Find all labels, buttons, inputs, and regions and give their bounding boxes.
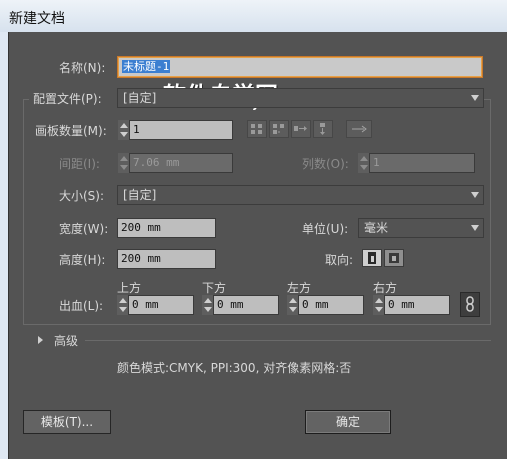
- grid-by-column-button[interactable]: [269, 120, 289, 138]
- ok-button[interactable]: 确定: [305, 410, 391, 434]
- increment-arrow-icon: [204, 298, 212, 303]
- increment-arrow-icon: [360, 156, 368, 161]
- profile-dropdown[interactable]: [自定]: [117, 88, 484, 108]
- chevron-down-icon: [471, 95, 479, 101]
- size-dropdown[interactable]: [自定]: [117, 185, 484, 205]
- decrement-arrow-icon: [360, 165, 368, 170]
- arrange-by-column-icon: [320, 123, 325, 135]
- artboards-label: 画板数量(M):: [35, 124, 107, 138]
- bleed-bottom-input[interactable]: 0 mm: [213, 295, 279, 315]
- portrait-icon: [368, 252, 376, 264]
- profile-fieldset-border-right-top: [484, 99, 491, 100]
- decrement-arrow-icon: [120, 132, 128, 137]
- spacing-label: 间距(I):: [59, 157, 100, 171]
- bleed-left-label: 左方: [287, 281, 312, 295]
- bleed-top-input[interactable]: 0 mm: [128, 295, 194, 315]
- right-to-left-layout-button[interactable]: [346, 120, 372, 138]
- advanced-toggle[interactable]: 高级: [54, 332, 78, 349]
- width-label: 宽度(W):: [59, 222, 109, 236]
- spacing-input: 7.06 mm: [129, 153, 233, 173]
- right-to-left-arrow-icon: [352, 125, 367, 133]
- arrange-by-row-icon: [294, 126, 307, 131]
- window-title: 新建文档: [9, 11, 65, 27]
- arrange-by-column-button[interactable]: [313, 120, 333, 138]
- bleed-top-label: 上方: [117, 281, 142, 295]
- size-label: 大小(S):: [59, 189, 105, 203]
- new-document-dialog: 名称(N): 未标题-1 软件自学网 WWW.RJZXW.COM 配置文件(P)…: [8, 32, 507, 459]
- units-label: 单位(U):: [302, 222, 349, 236]
- templates-button[interactable]: 模板(T)...: [23, 410, 111, 434]
- artboards-count-input[interactable]: 1: [129, 120, 233, 140]
- profile-fieldset-border-right: [490, 99, 491, 324]
- increment-arrow-icon: [289, 298, 297, 303]
- profile-fieldset-border-left: [23, 99, 24, 324]
- height-label: 高度(H):: [59, 253, 106, 267]
- decrement-arrow-icon: [119, 307, 127, 312]
- expand-triangle-icon[interactable]: [38, 336, 43, 344]
- document-summary: 颜色模式:CMYK, PPI:300, 对齐像素网格:否: [117, 361, 352, 375]
- orientation-label: 取向:: [325, 253, 354, 267]
- grid-by-row-button[interactable]: [247, 120, 267, 138]
- increment-arrow-icon: [375, 298, 383, 303]
- landscape-icon: [389, 253, 399, 263]
- bleed-right-input[interactable]: 0 mm: [384, 295, 450, 315]
- bleed-left-input[interactable]: 0 mm: [298, 295, 364, 315]
- chevron-down-icon: [471, 192, 479, 198]
- name-label: 名称(N):: [59, 61, 106, 75]
- landscape-button[interactable]: [384, 249, 404, 267]
- profile-fieldset-border-bottom: [23, 324, 491, 325]
- document-name-input[interactable]: 未标题-1: [118, 57, 482, 77]
- units-value: 毫米: [364, 221, 389, 235]
- grid-by-row-icon: [251, 124, 262, 134]
- decrement-arrow-icon: [120, 165, 128, 170]
- increment-arrow-icon: [120, 123, 128, 128]
- size-value: [自定]: [123, 188, 157, 202]
- title-bar: 新建文档: [0, 0, 507, 32]
- increment-arrow-icon: [120, 156, 128, 161]
- width-input[interactable]: 200 mm: [117, 218, 216, 238]
- chevron-down-icon: [471, 225, 479, 231]
- decrement-arrow-icon: [289, 307, 297, 312]
- link-icon: [466, 296, 474, 312]
- decrement-arrow-icon: [375, 307, 383, 312]
- portrait-button[interactable]: [362, 249, 382, 267]
- profile-label: 配置文件(P):: [33, 92, 102, 106]
- bleed-right-label: 右方: [373, 281, 398, 295]
- link-bleed-button[interactable]: [460, 292, 480, 317]
- decrement-arrow-icon: [204, 307, 212, 312]
- profile-value: [自定]: [123, 91, 157, 105]
- advanced-divider: [85, 340, 491, 341]
- bleed-bottom-label: 下方: [202, 281, 227, 295]
- columns-input: 1: [369, 153, 475, 173]
- document-name-value: 未标题-1: [122, 60, 171, 73]
- bleed-label: 出血(L):: [59, 299, 104, 313]
- arrange-by-row-button[interactable]: [291, 120, 311, 138]
- grid-by-column-icon: [273, 124, 284, 134]
- columns-label: 列数(O):: [302, 157, 349, 171]
- units-dropdown[interactable]: 毫米: [358, 218, 484, 238]
- height-input[interactable]: 200 mm: [117, 249, 216, 269]
- increment-arrow-icon: [119, 298, 127, 303]
